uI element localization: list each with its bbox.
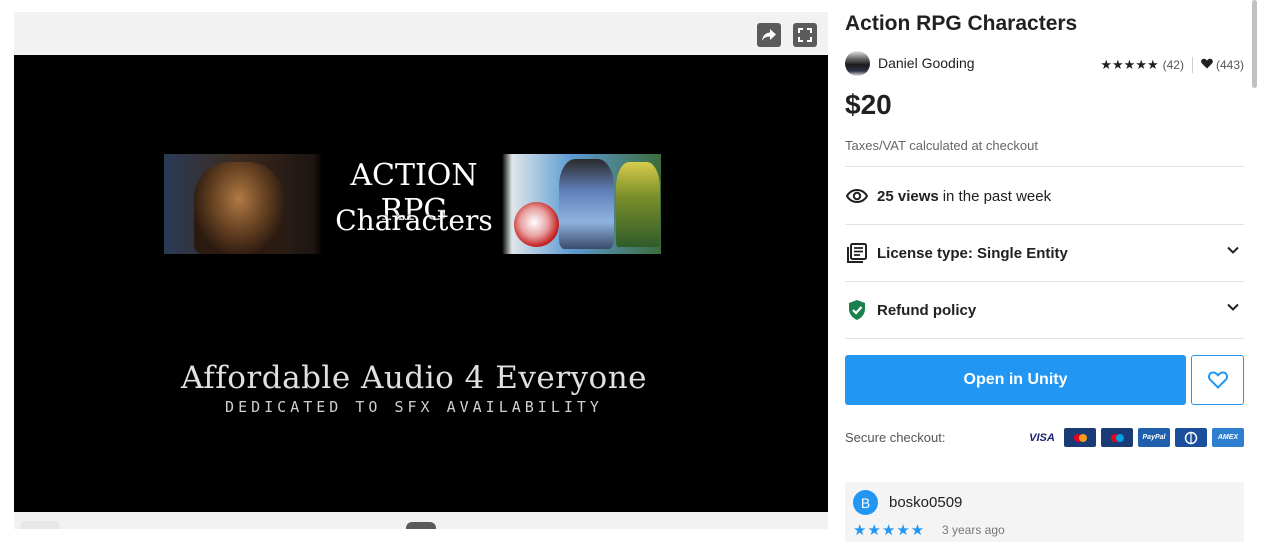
review-stars: ★★★★★	[853, 522, 926, 539]
license-label: License type: Single Entity	[877, 244, 1068, 262]
media-toolbar	[14, 12, 828, 55]
views-period: in the past week	[942, 187, 1052, 205]
media-viewer: ACTION RPG Characters Affordable Audio 4…	[14, 12, 828, 529]
chevron-down-icon	[1226, 300, 1240, 318]
refund-accordion[interactable]: Refund policy	[845, 298, 1244, 322]
maestro-icon	[1101, 428, 1133, 447]
diners-club-icon	[1175, 428, 1207, 447]
divider	[845, 224, 1244, 225]
mastercard-icon	[1064, 428, 1096, 447]
publisher-avatar[interactable]	[845, 51, 870, 76]
media-image[interactable]: ACTION RPG Characters Affordable Audio 4…	[14, 55, 828, 512]
banner-title-line2: Characters	[335, 204, 493, 237]
chevron-down-icon	[1226, 243, 1240, 261]
divider	[845, 281, 1244, 282]
views-count: 25 views	[877, 187, 939, 205]
thumbnail-scroll-handle[interactable]	[406, 522, 436, 529]
fullscreen-button[interactable]	[793, 23, 817, 47]
license-icon	[845, 241, 869, 265]
rating-divider	[1191, 57, 1193, 73]
divider	[845, 338, 1244, 339]
thumbnail-item[interactable]	[20, 521, 60, 529]
open-in-unity-button[interactable]: Open in Unity	[845, 355, 1186, 405]
subtagline: DEDICATED TO SFX AVAILABILITY	[225, 398, 603, 416]
amex-icon: AMEX	[1212, 428, 1244, 447]
product-title: Action RPG Characters	[845, 12, 1078, 35]
divider	[845, 166, 1244, 167]
secure-checkout-label: Secure checkout:	[845, 430, 946, 445]
rating-summary: ★★★★★ (42) (443)	[1100, 57, 1244, 73]
fullscreen-icon	[798, 28, 812, 42]
add-to-wishlist-button[interactable]	[1191, 355, 1244, 405]
tagline: Affordable Audio 4 Everyone	[180, 360, 648, 396]
visa-icon: VISA	[1029, 431, 1055, 444]
license-accordion[interactable]: License type: Single Entity	[845, 241, 1244, 265]
tax-note: Taxes/VAT calculated at checkout	[845, 138, 1038, 153]
favorites-count: (443)	[1215, 58, 1244, 72]
share-button[interactable]	[757, 23, 781, 47]
rating-stars: ★★★★★	[1100, 57, 1159, 72]
review-card: B bosko0509 ★★★★★ 3 years ago	[845, 482, 1244, 542]
heart-outline-icon	[1207, 371, 1228, 389]
reviewer-avatar: B	[853, 490, 878, 515]
rating-count[interactable]: (42)	[1163, 58, 1184, 72]
anime-character-green	[616, 162, 660, 247]
shield-check-icon	[845, 298, 869, 322]
views-row: 25 views in the past week	[845, 184, 1244, 208]
knight-art	[194, 162, 284, 254]
paypal-icon: PayPal	[1138, 428, 1170, 447]
heart-icon	[1201, 58, 1213, 72]
page-scrollbar[interactable]	[1252, 0, 1257, 88]
eye-icon	[845, 184, 869, 208]
anime-character-blue	[559, 159, 614, 249]
anime-character-red	[514, 202, 559, 247]
publisher-link[interactable]: Daniel Gooding	[878, 55, 975, 71]
price: $20	[845, 89, 892, 120]
banner-image: ACTION RPG Characters	[164, 154, 661, 254]
refund-label: Refund policy	[877, 301, 977, 319]
share-arrow-icon	[762, 29, 776, 41]
reviewer-name: bosko0509	[889, 494, 963, 511]
review-date: 3 years ago	[942, 523, 1005, 537]
payment-methods: VISA PayPal AMEX	[1025, 428, 1244, 447]
